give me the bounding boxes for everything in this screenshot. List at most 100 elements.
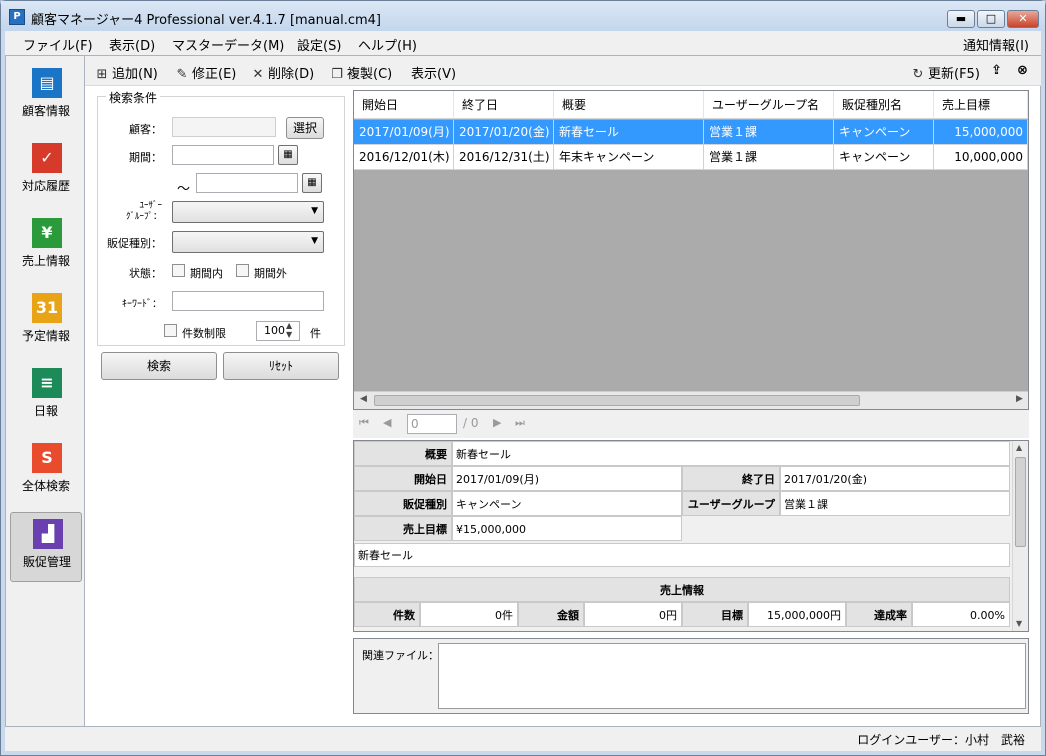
add-button[interactable]: ⊞ 追加(N)	[95, 63, 158, 82]
scroll-down-icon[interactable]: ▼	[1016, 619, 1022, 628]
grid-header: 開始日 終了日 概要 ユーザーグループ名 販促種別名 売上目標	[354, 91, 1028, 119]
title-bar: P 顧客マネージャー4 Professional ver.4.1.7 [manu…	[1, 1, 1045, 31]
table-cell: キャンペーン	[834, 120, 934, 145]
delete-button[interactable]: ✕ 削除(D)	[251, 63, 315, 82]
grid-column-header[interactable]: ユーザーグループ名	[704, 91, 834, 119]
grid-column-header[interactable]: 販促種別名	[834, 91, 934, 119]
detail-vertical-scrollbar[interactable]: ▲ ▼	[1012, 441, 1028, 631]
menu-help[interactable]: ヘルプ(H)	[358, 35, 417, 54]
detail-promo-label: 販促種別	[354, 491, 452, 516]
detail-target-label: 売上目標	[354, 516, 452, 541]
search-button[interactable]: 検索	[101, 352, 217, 380]
nav-item-6[interactable]: ▟ 販促管理	[10, 512, 82, 582]
nav-item-label: 全体検索	[21, 479, 70, 493]
toolbar: ⊞ 追加(N) ✎ 修正(E) ✕ 削除(D) ❐ 複製(C) 表示(V) ↻ 更新(F5…	[85, 56, 1041, 86]
nav-item-1[interactable]: ✓ 対応履歴	[10, 137, 82, 207]
customer-input	[172, 117, 276, 137]
table-cell: 15,000,000	[934, 120, 1028, 145]
keyword-label: ｷｰﾜｰﾄﾞ：	[122, 299, 162, 310]
table-row[interactable]: 2016/12/01(木) 2016/12/31(土) 年末キャンペーン 営業１課 キャ…	[354, 145, 1028, 170]
limit-checkbox[interactable]	[164, 324, 177, 337]
nav-item-5[interactable]: S 全体検索	[10, 437, 82, 507]
nav-item-3[interactable]: 31 予定情報	[10, 287, 82, 357]
delete-x-icon: ✕	[252, 67, 264, 82]
nav-item-2[interactable]: ¥ 売上情報	[10, 212, 82, 282]
scroll-up-icon[interactable]: ▲	[1016, 443, 1022, 452]
app-window: P 顧客マネージャー4 Professional ver.4.1.7 [manu…	[0, 0, 1046, 756]
status-label: 状態：	[129, 267, 162, 280]
promo-type-select[interactable]: ▼	[172, 231, 324, 253]
refresh-button[interactable]: ↻ 更新(F5)	[911, 63, 980, 82]
related-files-panel: 関連ファイル：	[353, 638, 1029, 714]
calendar-start-icon[interactable]: ▦	[278, 145, 298, 165]
detail-target-value: ¥15,000,000	[452, 516, 682, 541]
goal-value: 15,000,000円	[748, 602, 846, 627]
refresh-icon: ↻	[912, 67, 924, 82]
limit-input[interactable]: 100	[256, 321, 300, 341]
period-start-input[interactable]	[172, 145, 274, 165]
next-page-icon[interactable]: ▶	[493, 416, 501, 429]
calendar-end-icon[interactable]: ▦	[302, 173, 322, 193]
amount-value: 0円	[584, 602, 682, 627]
table-cell: 年末キャンペーン	[554, 145, 704, 170]
close-pane-icon[interactable]: ⊗	[1017, 63, 1028, 78]
within-period-checkbox[interactable]	[172, 264, 185, 277]
nav-item-4[interactable]: ≡ 日報	[10, 362, 82, 432]
nav-item-label: 予定情報	[21, 329, 70, 343]
last-page-icon[interactable]: ⏭	[515, 416, 525, 430]
reset-button[interactable]: ﾘｾｯﾄ	[223, 352, 339, 380]
detail-summary-value: 新春セール	[452, 441, 1010, 466]
outside-period-checkbox[interactable]	[236, 264, 249, 277]
period-end-input[interactable]	[196, 173, 298, 193]
copy-button[interactable]: ❐ 複製(C)	[330, 63, 392, 82]
related-files-list[interactable]	[438, 643, 1026, 709]
menu-master[interactable]: マスターデータ(M)	[172, 35, 284, 54]
limit-spinner-icon[interactable]: ▲ ▼	[286, 321, 292, 339]
report-icon: ≡	[32, 368, 62, 398]
grid-column-header[interactable]: 概要	[554, 91, 704, 119]
table-cell: キャンペーン	[834, 145, 934, 170]
menu-view[interactable]: 表示(D)	[109, 35, 155, 54]
maximize-button[interactable]: □	[977, 10, 1005, 28]
grid-column-header[interactable]: 終了日	[454, 91, 554, 119]
table-cell: 2017/01/09(月)	[354, 120, 454, 145]
search-group-title: 検索条件	[106, 89, 161, 106]
user-group-select[interactable]: ▼	[172, 201, 324, 223]
page-input[interactable]: 0	[407, 414, 457, 434]
customer-label: 顧客：	[129, 123, 162, 136]
detail-memo: 新春セール	[354, 543, 1010, 567]
scroll-left-icon[interactable]: ◀	[360, 394, 367, 404]
scroll-thumb[interactable]	[374, 395, 860, 406]
menu-settings[interactable]: 設定(S)	[297, 35, 341, 54]
minimize-button[interactable]: ▬	[947, 10, 975, 28]
scroll-right-icon[interactable]: ▶	[1016, 394, 1023, 404]
view-button[interactable]: 表示(V)	[411, 63, 456, 82]
calendar-31-icon: 31	[32, 293, 62, 323]
menu-file[interactable]: ファイル(F)	[23, 35, 93, 54]
grid-column-header[interactable]: 売上目標	[934, 91, 1028, 119]
keyword-input[interactable]	[172, 291, 324, 311]
login-user: ログインユーザー：小村 武裕	[857, 733, 1025, 747]
upload-icon[interactable]: ⇪	[991, 63, 1002, 78]
first-page-icon[interactable]: ⏮	[359, 416, 369, 430]
page-total: / 0	[463, 416, 479, 430]
horizontal-scrollbar[interactable]: ◀ ▶	[354, 391, 1028, 409]
side-nav: ▤ 顧客情報 ✓ 対応履歴 ¥ 売上情報 31 予定情報 ≡ 日報 S 全体検索 ▟ 販促管理	[6, 56, 84, 726]
related-files-label: 関連ファイル：	[362, 649, 439, 662]
chevron-down-icon: ▼	[311, 236, 318, 246]
amount-label: 金額	[518, 602, 584, 627]
edit-button[interactable]: ✎ 修正(E)	[175, 63, 237, 82]
close-button[interactable]: ✕	[1007, 10, 1039, 28]
detail-group-label: ユーザーグループ	[682, 491, 780, 516]
table-cell: 新春セール	[554, 120, 704, 145]
prev-page-icon[interactable]: ◀	[383, 416, 391, 429]
app-icon: P	[9, 9, 25, 25]
menu-notify[interactable]: 通知情報(I)	[963, 35, 1029, 54]
table-row[interactable]: 2017/01/09(月) 2017/01/20(金) 新春セール 営業１課 キャンペー…	[354, 120, 1028, 145]
grid-column-header[interactable]: 開始日	[354, 91, 454, 119]
detail-promo-value: キャンペーン	[452, 491, 682, 516]
customer-select-button[interactable]: 選択	[286, 117, 324, 139]
detail-scroll-thumb[interactable]	[1015, 457, 1026, 547]
nav-item-0[interactable]: ▤ 顧客情報	[10, 62, 82, 132]
table-cell: 2016/12/01(木)	[354, 145, 454, 170]
